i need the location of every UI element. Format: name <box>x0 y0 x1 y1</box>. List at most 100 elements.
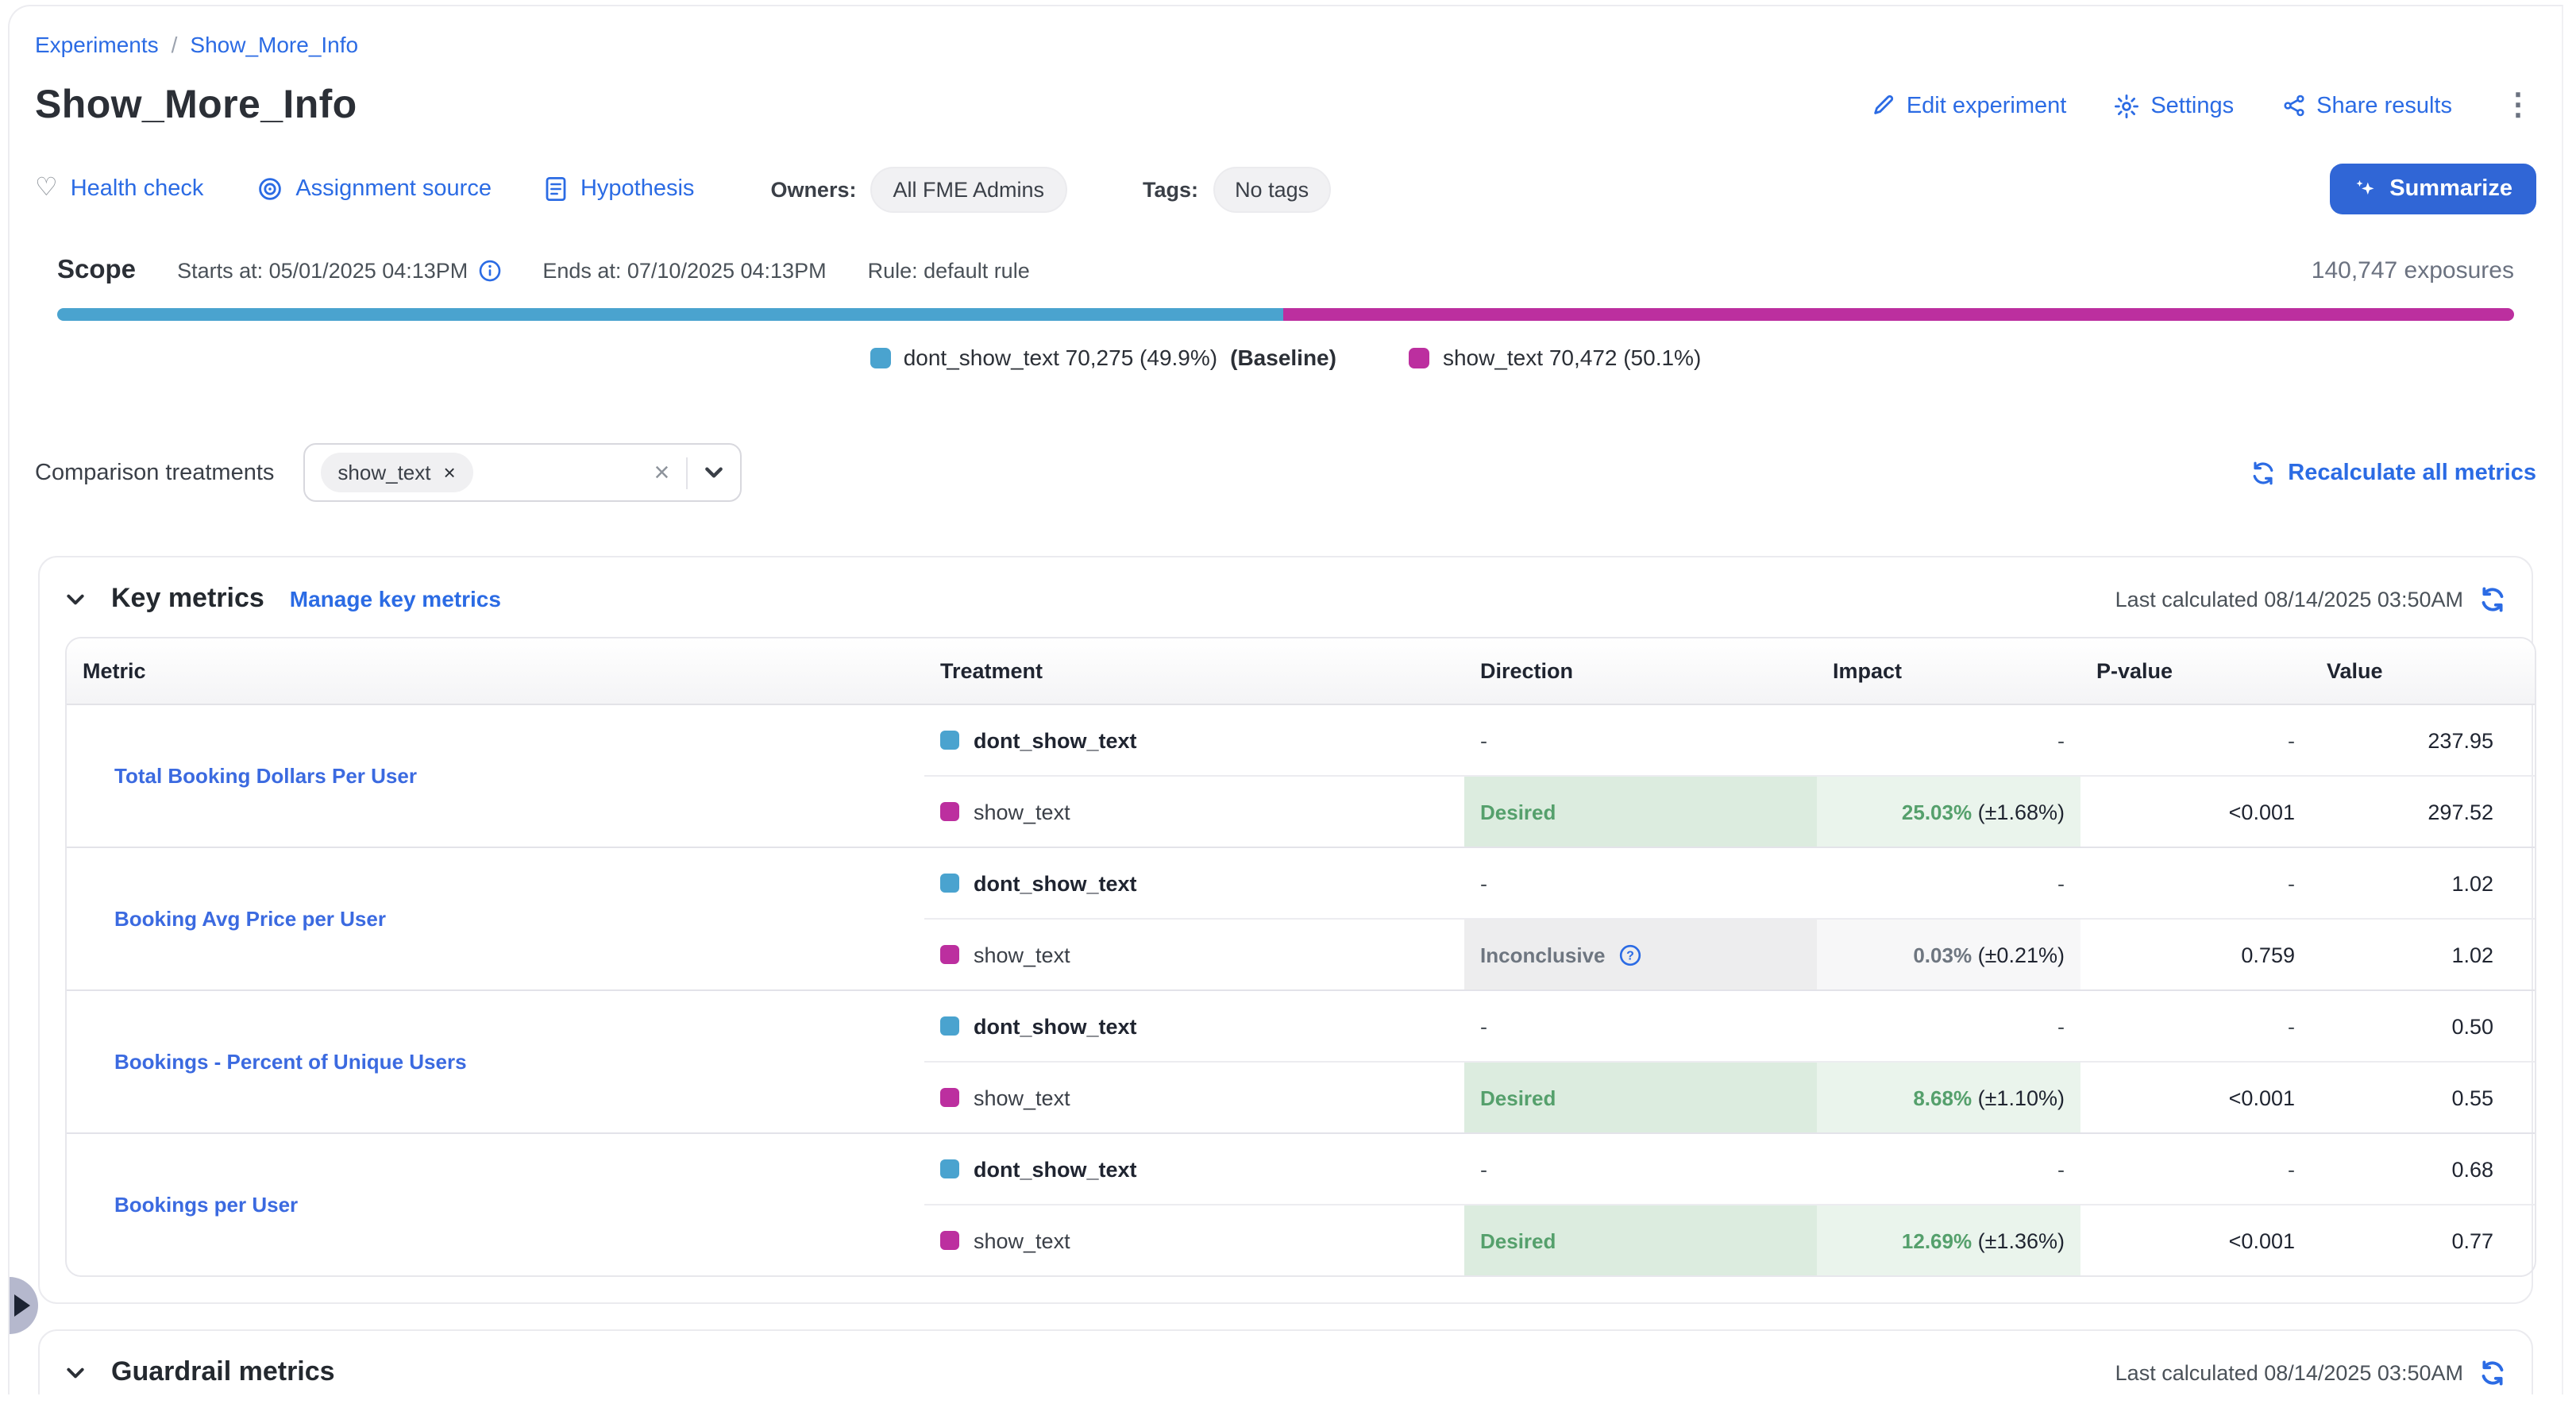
table-row: Total Booking Dollars Per User dont_show… <box>67 705 2535 775</box>
metric-link[interactable]: Bookings per User <box>114 1193 298 1217</box>
refresh-key-metrics-icon[interactable] <box>2479 585 2506 612</box>
treatment-swatch-magenta <box>940 1088 959 1107</box>
col-value: Value <box>2311 638 2535 705</box>
health-check-link[interactable]: ♡ Health check <box>35 176 203 202</box>
bar-segment-treatment <box>1283 308 2514 321</box>
comparison-treatments-label: Comparison treatments <box>35 460 274 485</box>
chip-remove-icon[interactable]: × <box>444 462 456 483</box>
expand-sidebar-toggle[interactable] <box>8 1277 38 1334</box>
settings-button[interactable]: Settings <box>2114 93 2234 118</box>
breadcrumb-experiments[interactable]: Experiments <box>35 32 159 57</box>
more-options-button[interactable]: ⋮ <box>2500 91 2536 121</box>
bar-segment-baseline <box>57 308 1283 321</box>
col-metric: Metric <box>67 638 924 705</box>
help-icon[interactable]: ? <box>1618 943 1642 966</box>
metric-value: 0.50 <box>2311 989 2535 1061</box>
guardrail-last-calculated: Last calculated 08/14/2025 03:50AM <box>2115 1360 2463 1384</box>
treatment-swatch-blue <box>940 731 959 750</box>
clear-selection-icon[interactable]: × <box>654 459 670 486</box>
col-impact: Impact <box>1817 638 2080 705</box>
metric-value: 0.55 <box>2311 1061 2535 1132</box>
legend-swatch-blue <box>870 347 891 368</box>
direction-badge: Desired <box>1480 800 1556 824</box>
main-panel: Experiments / Show_More_Info Show_More_I… <box>8 5 2563 1394</box>
direction-badge: Desired <box>1480 1228 1556 1252</box>
direction-badge: Desired <box>1480 1086 1556 1109</box>
metric-value: 237.95 <box>2311 705 2535 775</box>
metric-link[interactable]: Booking Avg Price per User <box>114 907 386 931</box>
metric-link[interactable]: Bookings - Percent of Unique Users <box>114 1050 467 1074</box>
breadcrumb-separator: / <box>172 32 178 57</box>
comparison-treatments-select[interactable]: show_text × × <box>303 443 741 502</box>
treatment-swatch-blue <box>940 1016 959 1036</box>
table-row: Bookings per User dont_show_text - - - 0… <box>67 1132 2535 1204</box>
heart-icon: ♡ <box>35 176 58 202</box>
owners-label: Owners: <box>770 177 856 201</box>
svg-text:?: ? <box>1626 949 1634 962</box>
pencil-icon <box>1872 94 1895 118</box>
table-row: Bookings - Percent of Unique Users dont_… <box>67 989 2535 1061</box>
tags-pill[interactable]: No tags <box>1213 166 1331 212</box>
assignment-source-link[interactable]: Assignment source <box>257 176 492 202</box>
share-icon <box>2281 94 2305 118</box>
guardrail-metrics-section: Guardrail metrics Last calculated 08/14/… <box>38 1329 2533 1394</box>
treatment-swatch-blue <box>940 1159 959 1178</box>
exposure-distribution-bar <box>57 308 2514 321</box>
scope-heading: Scope <box>57 256 136 286</box>
selected-treatment-chip[interactable]: show_text × <box>320 453 472 492</box>
page-title: Show_More_Info <box>35 83 357 129</box>
share-results-button[interactable]: Share results <box>2281 93 2452 118</box>
select-divider <box>685 457 687 488</box>
summarize-button[interactable]: Summarize <box>2329 164 2536 214</box>
scope-starts-at: Starts at: 05/01/2025 04:13PM <box>177 259 501 283</box>
recalculate-all-metrics-button[interactable]: Recalculate all metrics <box>2250 460 2536 485</box>
table-header-row: Metric Treatment Direction Impact P-valu… <box>67 638 2535 705</box>
p-value: 0.759 <box>2080 918 2311 989</box>
sparkles-icon <box>2353 177 2377 201</box>
edit-experiment-button[interactable]: Edit experiment <box>1872 93 2067 118</box>
baseline-badge: (Baseline) <box>1230 345 1336 370</box>
metric-link[interactable]: Total Booking Dollars Per User <box>114 764 417 788</box>
metric-value: 0.77 <box>2311 1204 2535 1275</box>
legend-item-treatment: show_text 70,472 (50.1%) <box>1409 345 1701 370</box>
legend-swatch-magenta <box>1409 347 1430 368</box>
owners-pill[interactable]: All FME Admins <box>870 166 1066 212</box>
collapse-guardrail-metrics-icon[interactable] <box>65 1362 86 1383</box>
treatment-swatch-magenta <box>940 1231 959 1250</box>
manage-key-metrics-link[interactable]: Manage key metrics <box>290 586 501 611</box>
breadcrumb-current[interactable]: Show_More_Info <box>190 32 358 57</box>
guardrail-metrics-heading: Guardrail metrics <box>111 1356 335 1388</box>
metric-value: 0.68 <box>2311 1132 2535 1204</box>
col-treatment: Treatment <box>924 638 1464 705</box>
exposures-count: 140,747 exposures <box>2312 257 2514 284</box>
col-pvalue: P-value <box>2080 638 2311 705</box>
metric-value: 297.52 <box>2311 775 2535 847</box>
refresh-guardrail-metrics-icon[interactable] <box>2479 1359 2506 1386</box>
triangle-right-icon <box>14 1294 30 1317</box>
collapse-key-metrics-icon[interactable] <box>65 588 86 609</box>
table-row: Booking Avg Price per User dont_show_tex… <box>67 847 2535 918</box>
key-metrics-last-calculated: Last calculated 08/14/2025 03:50AM <box>2115 587 2463 611</box>
treatment-swatch-blue <box>940 874 959 893</box>
key-metrics-table: Metric Treatment Direction Impact P-valu… <box>65 637 2536 1277</box>
treatment-swatch-magenta <box>940 802 959 821</box>
document-icon <box>546 176 568 202</box>
p-value: <0.001 <box>2080 1204 2311 1275</box>
breadcrumb: Experiments / Show_More_Info <box>35 32 2536 57</box>
hypothesis-link[interactable]: Hypothesis <box>546 176 694 202</box>
p-value: <0.001 <box>2080 775 2311 847</box>
chevron-down-icon[interactable] <box>703 462 723 483</box>
metric-value: 1.02 <box>2311 847 2535 918</box>
refresh-icon <box>2250 460 2275 485</box>
metric-value: 1.02 <box>2311 918 2535 989</box>
key-metrics-heading: Key metrics <box>111 583 264 615</box>
treatment-swatch-magenta <box>940 945 959 964</box>
target-icon <box>257 176 283 202</box>
legend-item-baseline: dont_show_text 70,275 (49.9%) (Baseline) <box>870 345 1336 370</box>
scope-ends-at: Ends at: 07/10/2025 04:13PM <box>542 259 826 283</box>
col-direction: Direction <box>1464 638 1817 705</box>
gear-icon <box>2114 93 2139 118</box>
distribution-legend: dont_show_text 70,275 (49.9%) (Baseline)… <box>35 345 2536 370</box>
info-icon[interactable] <box>477 259 501 283</box>
scope-rule: Rule: default rule <box>868 259 1030 283</box>
